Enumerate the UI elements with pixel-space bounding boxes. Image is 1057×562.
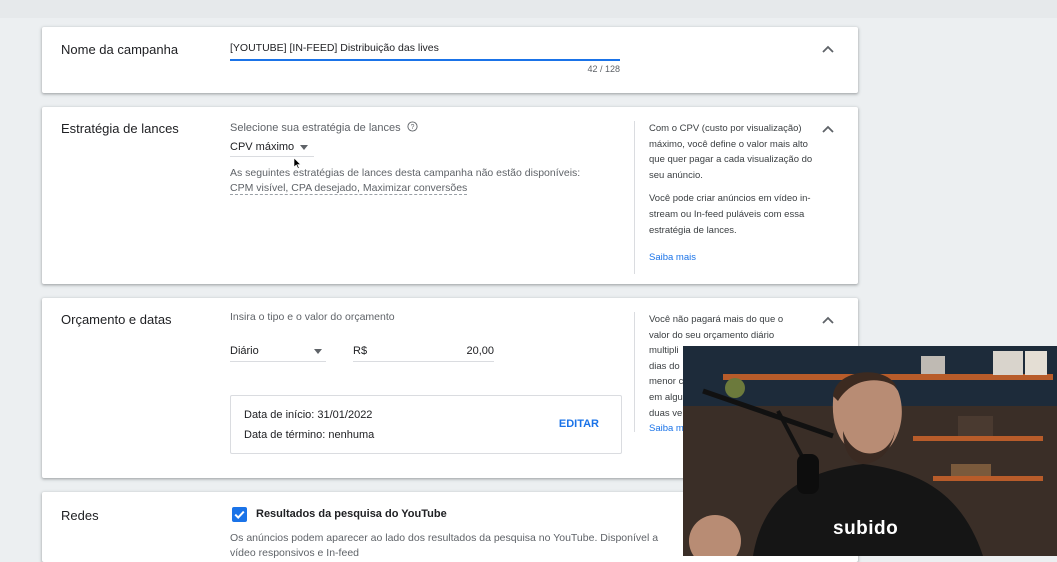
unavailable-strategies-list[interactable]: CPM visível, CPA desejado, Maximizar con… <box>230 182 468 195</box>
bidding-strategy-dropdown[interactable]: CPV máximo <box>230 138 314 157</box>
campaign-name-card: Nome da campanha [YOUTUBE] [IN-FEED] Dis… <box>42 27 858 93</box>
bidding-select-label: Selecione sua estratégia de lances <box>230 122 401 134</box>
budget-title: Orçamento e datas <box>61 312 172 327</box>
budget-amount-input[interactable]: R$ 20,00 <box>353 341 494 362</box>
networks-title: Redes <box>61 508 99 523</box>
collapse-chevron-icon[interactable] <box>822 125 834 133</box>
campaign-name-input[interactable]: [YOUTUBE] [IN-FEED] Distribuição das liv… <box>230 39 620 61</box>
dropdown-arrow-icon <box>300 141 309 153</box>
youtube-search-checkbox[interactable] <box>232 507 247 522</box>
collapse-chevron-icon[interactable] <box>822 316 834 324</box>
collapse-chevron-icon[interactable] <box>822 45 834 53</box>
dropdown-arrow-icon <box>314 345 322 357</box>
character-counter: 42 / 128 <box>587 64 620 74</box>
currency-symbol: R$ <box>353 345 368 357</box>
bidding-selected-value: CPV máximo <box>230 141 295 153</box>
bidding-help-panel: Com o CPV (custo por visualização) máxim… <box>634 121 824 274</box>
help-circle-icon[interactable]: ? <box>407 121 418 135</box>
bidding-card: Estratégia de lances Selecione sua estra… <box>42 107 858 284</box>
bidding-help-text-2: Você pode criar anúncios em vídeo in-str… <box>649 193 811 236</box>
background-strip <box>0 0 1057 18</box>
shirt-logo-text: subido <box>833 518 899 539</box>
bidding-title: Estratégia de lances <box>61 121 179 136</box>
budget-type-dropdown[interactable]: Diário <box>230 341 326 362</box>
networks-description-line-1: Os anúncios podem aparecer ao lado dos r… <box>230 532 659 544</box>
edit-dates-button[interactable]: EDITAR <box>559 418 599 430</box>
checkbox-label[interactable]: Resultados da pesquisa do YouTube <box>256 508 447 520</box>
budget-amount-value: 20,00 <box>466 345 494 357</box>
check-icon <box>234 510 245 520</box>
networks-description-line-2: vídeo responsivos e In-feed <box>230 547 359 559</box>
budget-type-value: Diário <box>230 345 259 357</box>
unavailable-strategies-text: As seguintes estratégias de lances desta… <box>230 167 581 179</box>
bidding-select-label-row: Selecione sua estratégia de lances ? <box>230 121 418 135</box>
end-date: Data de término: nenhuma <box>244 429 375 441</box>
campaign-name-value: [YOUTUBE] [IN-FEED] Distribuição das liv… <box>230 42 439 54</box>
budget-label: Insira o tipo e o valor do orçamento <box>230 311 395 323</box>
campaign-name-title: Nome da campanha <box>61 42 179 57</box>
learn-more-link[interactable]: Saiba mais <box>649 250 824 266</box>
budget-help-line-2: valor do seu orçamento diário <box>649 329 775 341</box>
bidding-help-text-1: Com o CPV (custo por visualização) máxim… <box>649 123 813 181</box>
start-date: Data de início: 31/01/2022 <box>244 409 373 421</box>
svg-text:?: ? <box>410 124 414 131</box>
dates-box: Data de início: 31/01/2022 Data de térmi… <box>230 395 622 454</box>
budget-help-line-1: Você não pagará mais do que o <box>649 314 784 325</box>
webcam-overlay: subido <box>683 346 1057 556</box>
